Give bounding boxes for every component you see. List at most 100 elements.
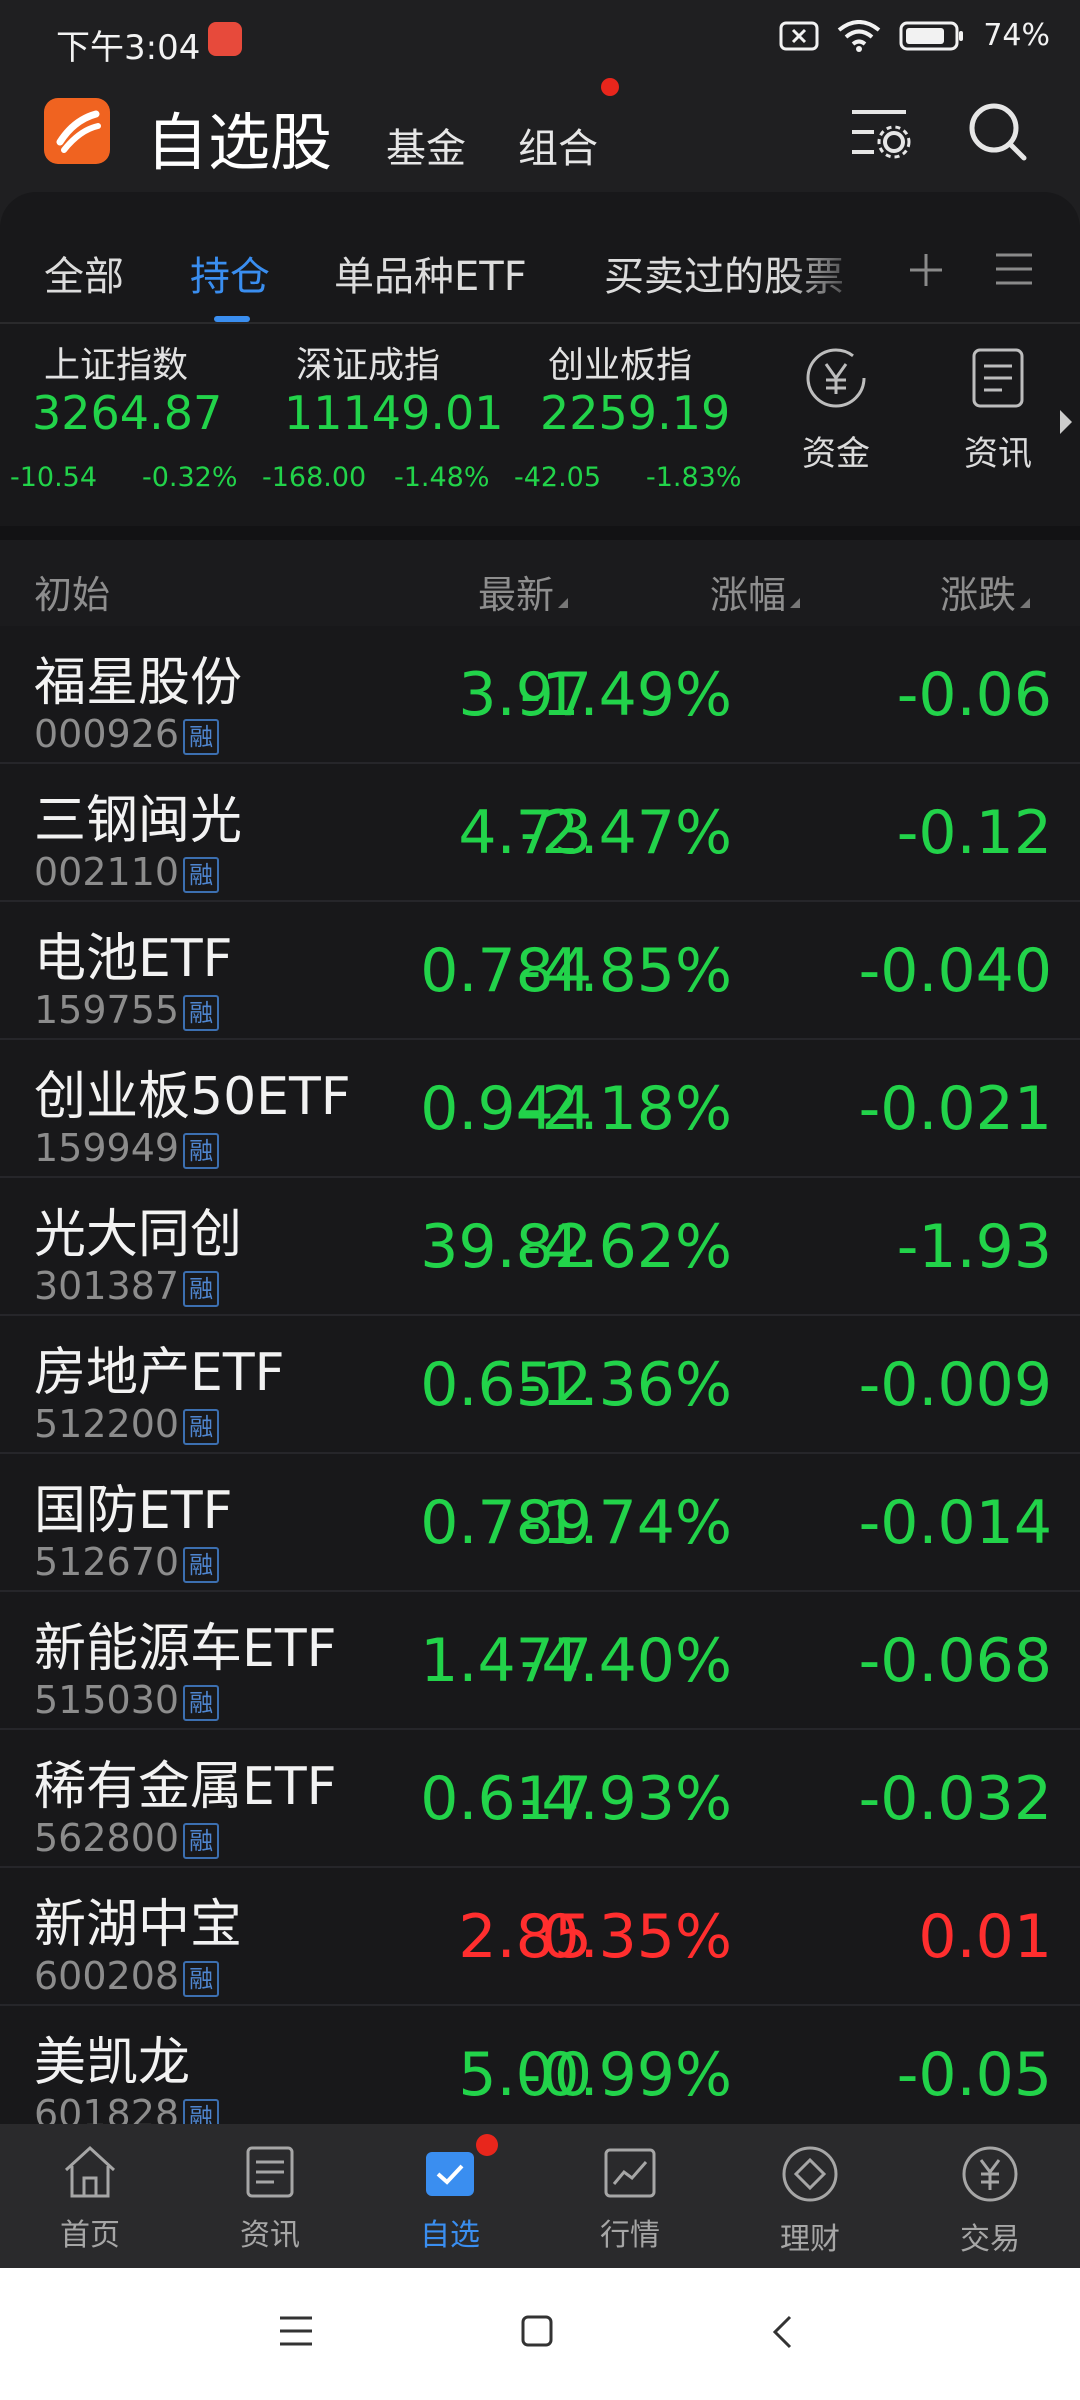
stock-code: 512670 xyxy=(34,1540,180,1584)
stock-row[interactable]: 稀有金属ETF 562800 融 0.617 -4.93% -0.032 xyxy=(0,1730,1080,1868)
margin-tag: 融 xyxy=(183,1409,220,1445)
change-amount: -1.93 xyxy=(896,1212,1052,1282)
col-pct[interactable]: 涨幅 xyxy=(710,564,801,619)
yuan-circle-icon xyxy=(806,348,866,408)
stock-code-wrap: 159949 融 xyxy=(34,1126,220,1170)
stock-list: 福星股份 000926 融 3.97 -1.49% -0.06 三钢闽光 002110 融 4.7… xyxy=(0,626,1080,2144)
diamond-icon xyxy=(782,2146,838,2202)
stock-row[interactable]: 三钢闽光 002110 融 4.73 -2.47% -0.12 xyxy=(0,764,1080,902)
stock-row[interactable]: 国防ETF 512670 融 0.789 -1.74% -0.014 xyxy=(0,1454,1080,1592)
index-name: 上证指数 xyxy=(44,345,189,386)
app-logo xyxy=(44,98,110,164)
index-pct: -0.32% xyxy=(142,462,238,493)
add-tab-icon[interactable] xyxy=(908,252,944,288)
change-amount: -0.06 xyxy=(896,660,1052,730)
stock-code-wrap: 512200 融 xyxy=(34,1402,220,1446)
margin-tag: 融 xyxy=(183,1271,220,1307)
nav-label: 首页 xyxy=(60,2218,120,2253)
margin-tag: 融 xyxy=(183,1685,220,1721)
stock-row[interactable]: 房地产ETF 512200 融 0.652 -1.36% -0.009 xyxy=(0,1316,1080,1454)
stock-name: 电池ETF xyxy=(34,929,233,989)
status-time: 下午3:04 xyxy=(56,28,201,68)
stock-code-wrap: 562800 融 xyxy=(34,1816,220,1860)
status-bar: 下午3:04 74% xyxy=(0,0,1080,84)
col-chg[interactable]: 涨跌 xyxy=(940,564,1031,619)
home-square-icon[interactable] xyxy=(520,2314,554,2348)
change-percent: -1.36% xyxy=(519,1350,732,1420)
change-percent: 0.35% xyxy=(541,1902,732,1972)
nav-trade[interactable]: 交易 xyxy=(910,2144,1070,2258)
combo-link[interactable]: 组合 xyxy=(518,116,598,174)
change-amount: -0.032 xyxy=(858,1764,1052,1834)
nav-label: 交易 xyxy=(960,2222,1020,2257)
nav-label: 自选 xyxy=(420,2218,480,2253)
nav-watchlist[interactable]: 自选 xyxy=(370,2144,530,2254)
nav-label: 理财 xyxy=(780,2222,840,2257)
tab-single-etf[interactable]: 单品种ETF xyxy=(334,244,527,302)
nav-wealth[interactable]: 理财 xyxy=(730,2144,890,2258)
stock-code: 159949 xyxy=(34,1126,180,1170)
tab-holdings[interactable]: 持仓 xyxy=(190,244,270,302)
battery-icon xyxy=(899,21,964,50)
capital-button[interactable]: 资金 xyxy=(786,346,886,475)
stock-row[interactable]: 新能源车ETF 515030 融 1.477 -4.40% -0.068 xyxy=(0,1592,1080,1730)
tab-all[interactable]: 全部 xyxy=(44,244,124,302)
notification-icon xyxy=(208,22,242,56)
news-icon xyxy=(246,2146,294,2198)
margin-tag: 融 xyxy=(183,1133,220,1169)
index-value: 2259.19 xyxy=(540,386,731,440)
stock-code-wrap: 159755 融 xyxy=(34,988,220,1032)
margin-tag: 融 xyxy=(183,995,220,1031)
index-change: -42.05 xyxy=(514,462,602,493)
stock-code: 301387 xyxy=(34,1264,180,1308)
nav-news[interactable]: 资讯 xyxy=(190,2144,350,2254)
nav-market[interactable]: 行情 xyxy=(550,2144,710,2254)
no-sim-icon xyxy=(779,21,819,50)
margin-tag: 融 xyxy=(183,1823,220,1859)
stock-row[interactable]: 光大同创 301387 融 39.82 -4.62% -1.93 xyxy=(0,1178,1080,1316)
tab-bar: 全部 持仓 单品种ETF 买卖过的股票 xyxy=(0,192,1080,324)
change-amount: -0.014 xyxy=(858,1488,1052,1558)
chevron-right-icon[interactable] xyxy=(1060,410,1072,434)
capital-label: 资金 xyxy=(802,434,870,474)
change-percent: -4.40% xyxy=(519,1626,732,1696)
change-amount: -0.009 xyxy=(858,1350,1052,1420)
change-percent: -4.62% xyxy=(519,1212,732,1282)
stock-name: 创业板50ETF xyxy=(34,1067,351,1127)
col-last[interactable]: 最新 xyxy=(478,564,569,619)
news-button[interactable]: 资讯 xyxy=(948,346,1048,475)
change-percent: -2.47% xyxy=(519,798,732,868)
back-icon[interactable] xyxy=(770,2314,794,2350)
stock-row[interactable]: 创业板50ETF 159949 融 0.944 -2.18% -0.021 xyxy=(0,1040,1080,1178)
stock-row[interactable]: 电池ETF 159755 融 0.784 -4.85% -0.040 xyxy=(0,902,1080,1040)
menu-icon[interactable] xyxy=(278,2314,314,2348)
wifi-icon xyxy=(838,19,881,52)
settings-list-icon[interactable] xyxy=(850,106,912,162)
col-name[interactable]: 初始 xyxy=(34,564,110,619)
index-pct: -1.48% xyxy=(394,462,490,493)
nav-home[interactable]: 首页 xyxy=(10,2144,170,2254)
index-change: -168.00 xyxy=(262,462,367,493)
fund-link[interactable]: 基金 xyxy=(386,116,466,174)
stock-code-wrap: 000926 融 xyxy=(34,712,220,756)
change-amount: -0.040 xyxy=(858,936,1052,1006)
watchlist-panel: 全部 持仓 单品种ETF 买卖过的股票 上证指数 3264.87 -10.54 … xyxy=(0,192,1080,2268)
stock-row[interactable]: 新湖中宝 600208 融 2.85 0.35% 0.01 xyxy=(0,1868,1080,2006)
stock-code: 562800 xyxy=(34,1816,180,1860)
search-icon[interactable] xyxy=(966,100,1030,164)
stock-name: 福星股份 xyxy=(34,653,243,713)
sort-icon xyxy=(558,598,569,608)
change-percent: -2.18% xyxy=(519,1074,732,1144)
stock-name: 美凯龙 xyxy=(34,2033,191,2093)
stock-code: 600208 xyxy=(34,1954,180,1998)
col-last-label: 最新 xyxy=(478,573,555,617)
stock-name: 稀有金属ETF xyxy=(34,1757,337,1817)
change-amount: -0.12 xyxy=(896,798,1052,868)
tab-menu-icon[interactable] xyxy=(996,252,1032,286)
change-amount: -0.068 xyxy=(858,1626,1052,1696)
stock-row[interactable]: 福星股份 000926 融 3.97 -1.49% -0.06 xyxy=(0,626,1080,764)
stock-name: 房地产ETF xyxy=(34,1343,285,1403)
margin-tag: 融 xyxy=(183,857,220,893)
notification-dot xyxy=(601,78,619,96)
column-header: 初始 最新 涨幅 涨跌 xyxy=(0,526,1080,626)
